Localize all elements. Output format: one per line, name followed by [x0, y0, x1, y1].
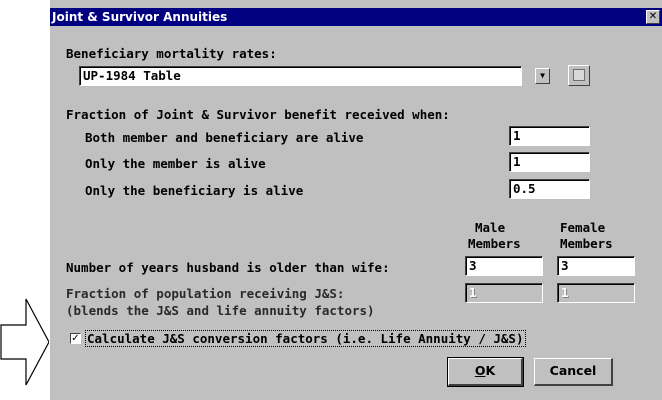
population-label-line1: Fraction of population receiving J&S:: [66, 286, 345, 301]
population-female-input: 1: [557, 283, 635, 303]
fraction-heading: Fraction of Joint & Survivor benefit rec…: [66, 107, 450, 122]
table-lookup-icon: [573, 69, 585, 81]
years-older-male-input[interactable]: 3: [465, 256, 543, 276]
title-bar: Joint & Survivor Annuities ✕: [50, 8, 662, 26]
conversion-checkbox[interactable]: ✓: [70, 333, 81, 344]
female-header-line1: Female: [560, 220, 606, 235]
beneficiary-alive-input[interactable]: 0.5: [509, 179, 590, 199]
window-title: Joint & Survivor Annuities: [52, 10, 228, 24]
years-older-label: Number of years husband is older than wi…: [66, 260, 390, 275]
both-alive-input[interactable]: 1: [509, 126, 590, 146]
jsa-dialog: Joint & Survivor Annuities ✕ Beneficiary…: [49, 0, 662, 400]
male-header-line1: Male: [475, 220, 506, 235]
dropdown-arrow-icon[interactable]: ▼: [535, 68, 550, 84]
beneficiary-alive-label: Only the beneficiary is alive: [85, 183, 304, 198]
close-button[interactable]: ✕: [646, 10, 660, 24]
mortality-label: Beneficiary mortality rates:: [66, 46, 277, 61]
population-male-input: 1: [465, 283, 543, 303]
ok-label-rest: K: [485, 363, 496, 378]
member-alive-label: Only the member is alive: [85, 156, 266, 171]
mortality-select[interactable]: UP-1984 Table: [79, 66, 522, 86]
female-header-line2: Members: [560, 236, 613, 251]
population-label-line2: (blends the J&S and life annuity factors…: [66, 303, 375, 318]
lookup-button[interactable]: [568, 65, 590, 86]
male-header-line2: Members: [468, 236, 521, 251]
pointer-arrow-icon: [0, 298, 50, 386]
ok-mnemonic: O: [474, 363, 486, 378]
ok-button[interactable]: OK: [447, 357, 524, 387]
both-alive-label: Both member and beneficiary are alive: [85, 130, 364, 145]
conversion-checkbox-label[interactable]: Calculate J&S conversion factors (i.e. L…: [85, 330, 526, 347]
member-alive-input[interactable]: 1: [509, 152, 590, 172]
cancel-button[interactable]: Cancel: [534, 358, 613, 386]
years-older-female-input[interactable]: 3: [557, 256, 635, 276]
mortality-selected-value: UP-1984 Table: [83, 68, 181, 83]
